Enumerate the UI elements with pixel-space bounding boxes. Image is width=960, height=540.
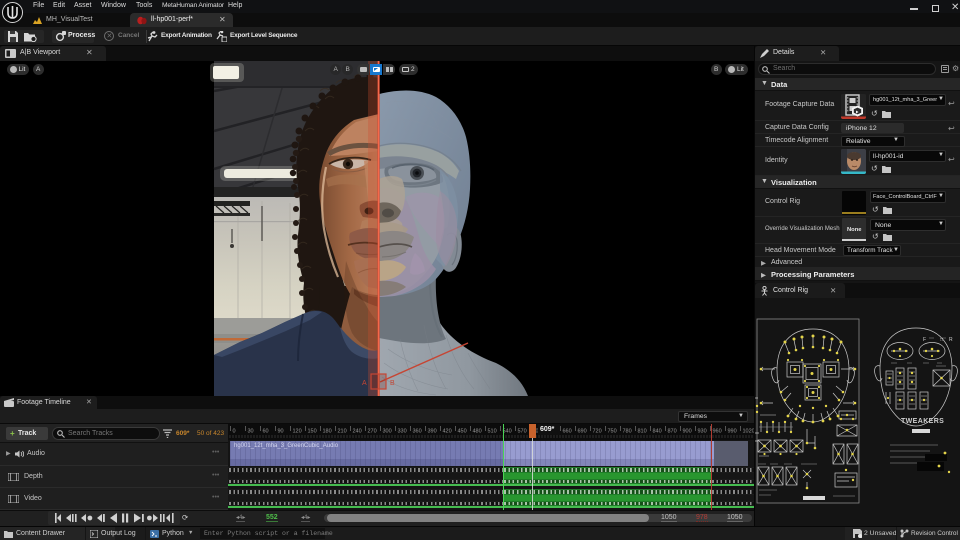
- svg-text:240: 240: [353, 429, 362, 435]
- svg-text:TWEAKERS: TWEAKERS: [901, 418, 944, 425]
- svg-text:870: 870: [668, 429, 677, 435]
- svg-text:480: 480: [473, 429, 482, 435]
- svg-text:□: □: [940, 337, 943, 343]
- svg-text:R: R: [949, 337, 953, 343]
- svg-text:720: 720: [593, 429, 602, 435]
- svg-text:150: 150: [308, 429, 317, 435]
- svg-text:1020: 1020: [743, 429, 755, 435]
- svg-text:120: 120: [293, 429, 302, 435]
- svg-text:A: A: [362, 380, 367, 387]
- svg-text:930: 930: [698, 429, 707, 435]
- svg-text:990: 990: [728, 429, 737, 435]
- svg-text:570: 570: [518, 429, 527, 435]
- svg-text:780: 780: [623, 429, 632, 435]
- svg-text:330: 330: [398, 429, 407, 435]
- svg-text:300: 300: [383, 429, 392, 435]
- svg-text:90: 90: [278, 429, 284, 435]
- svg-text:960: 960: [713, 429, 722, 435]
- svg-text:900: 900: [683, 429, 692, 435]
- svg-text:840: 840: [653, 429, 662, 435]
- svg-text:30: 30: [248, 429, 254, 435]
- svg-text:0: 0: [233, 429, 236, 435]
- svg-text:510: 510: [488, 429, 497, 435]
- svg-text:360: 360: [413, 429, 422, 435]
- svg-text:450: 450: [458, 429, 467, 435]
- svg-text:180: 180: [323, 429, 332, 435]
- svg-text:B: B: [390, 380, 395, 387]
- svg-text:660: 660: [563, 429, 572, 435]
- svg-text:390: 390: [428, 429, 437, 435]
- svg-text:210: 210: [338, 429, 347, 435]
- svg-text:750: 750: [608, 429, 617, 435]
- svg-text:690: 690: [578, 429, 587, 435]
- svg-text:60: 60: [263, 429, 269, 435]
- svg-text:F: F: [923, 337, 926, 343]
- svg-text:420: 420: [443, 429, 452, 435]
- svg-text:270: 270: [368, 429, 377, 435]
- svg-text:810: 810: [638, 429, 647, 435]
